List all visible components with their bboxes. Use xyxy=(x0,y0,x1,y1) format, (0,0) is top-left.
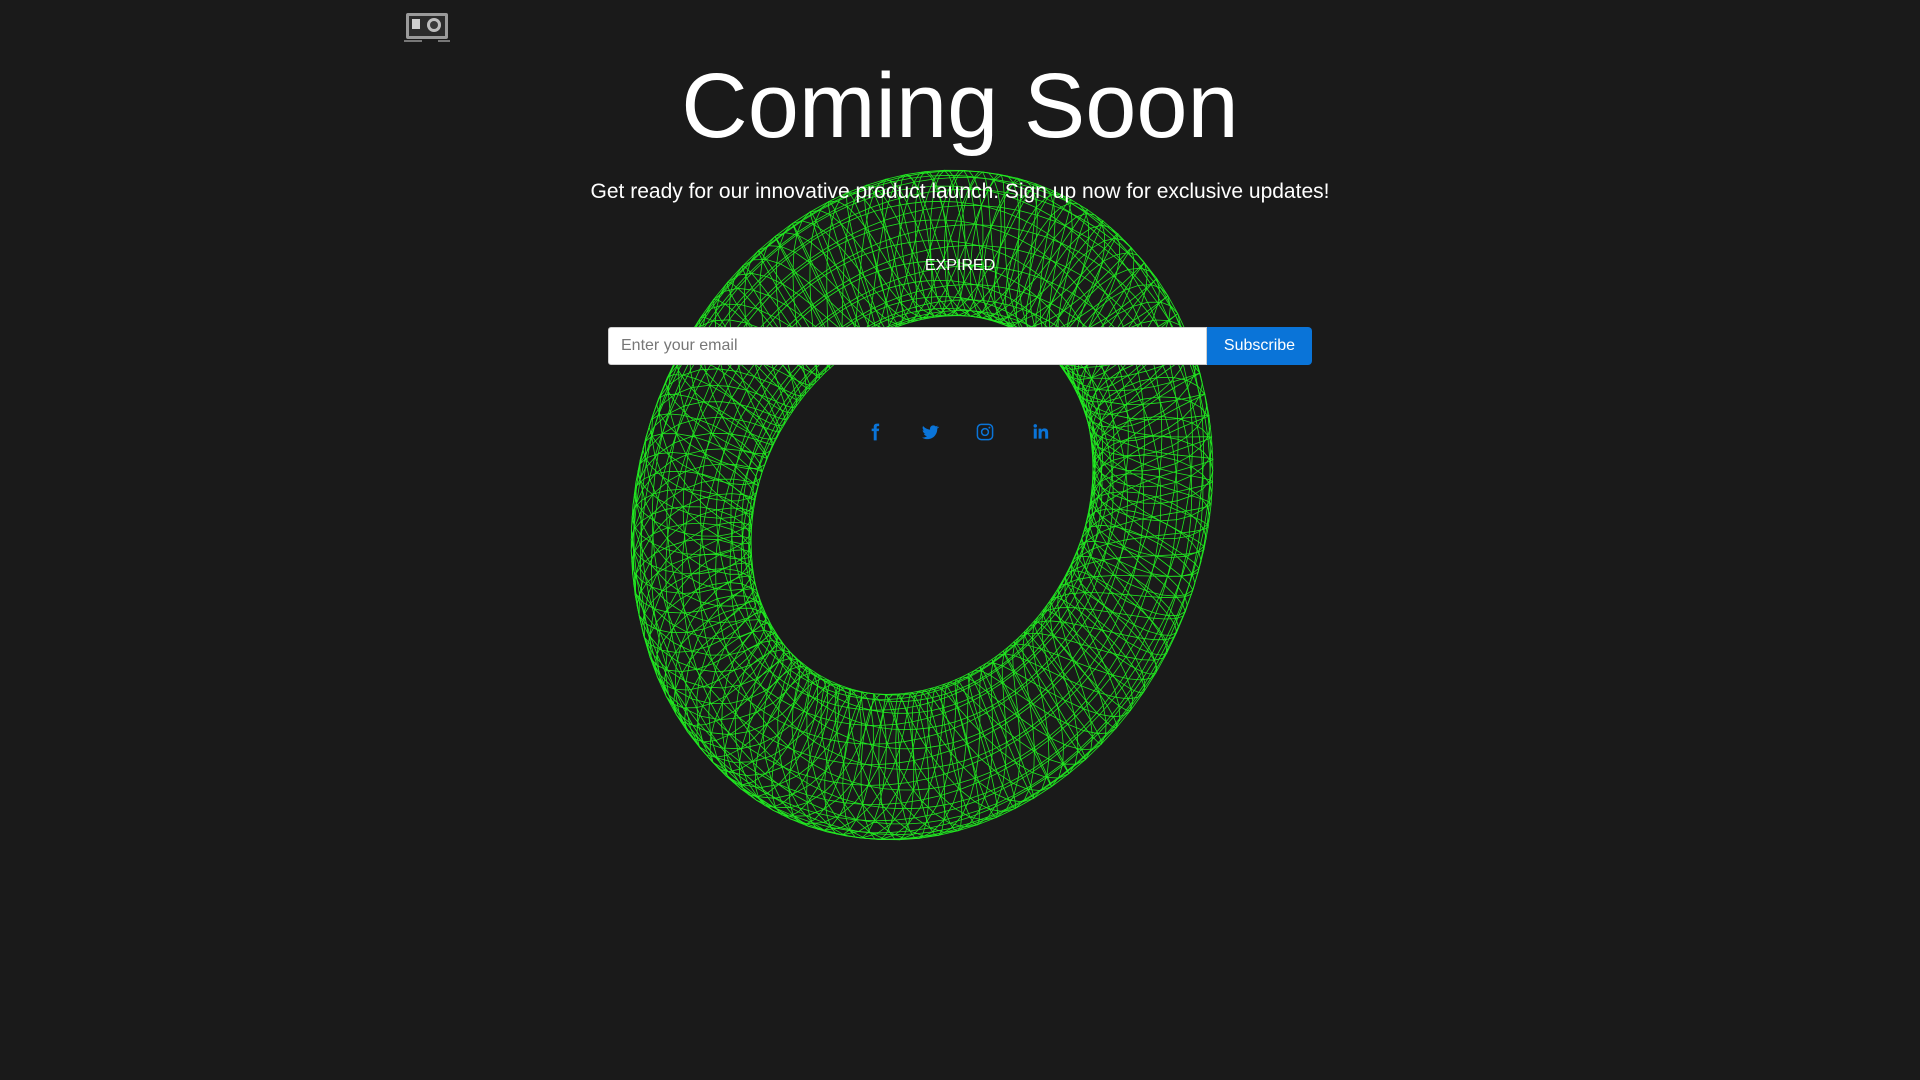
subscribe-button[interactable]: Subscribe xyxy=(1207,327,1312,365)
camera-logo-icon xyxy=(404,13,450,42)
facebook-icon xyxy=(871,423,880,441)
instagram-icon xyxy=(976,423,994,441)
linkedin-icon xyxy=(1033,424,1049,439)
subscribe-form: Subscribe xyxy=(608,327,1312,365)
email-input[interactable] xyxy=(608,327,1207,365)
linkedin-link[interactable] xyxy=(1025,418,1055,446)
twitter-icon xyxy=(922,425,940,440)
countdown-status: EXPIRED xyxy=(924,257,996,274)
torus-wireframe-graphic xyxy=(630,169,1214,841)
facebook-link[interactable] xyxy=(860,418,890,446)
twitter-link[interactable] xyxy=(915,418,945,446)
page-title: Coming Soon xyxy=(681,55,1239,157)
coming-soon-page: Coming Soon Get ready for our innovative… xyxy=(0,0,1920,1080)
social-links xyxy=(860,418,1055,446)
instagram-link[interactable] xyxy=(970,418,1000,446)
page-subtitle: Get ready for our innovative product lau… xyxy=(590,180,1330,203)
